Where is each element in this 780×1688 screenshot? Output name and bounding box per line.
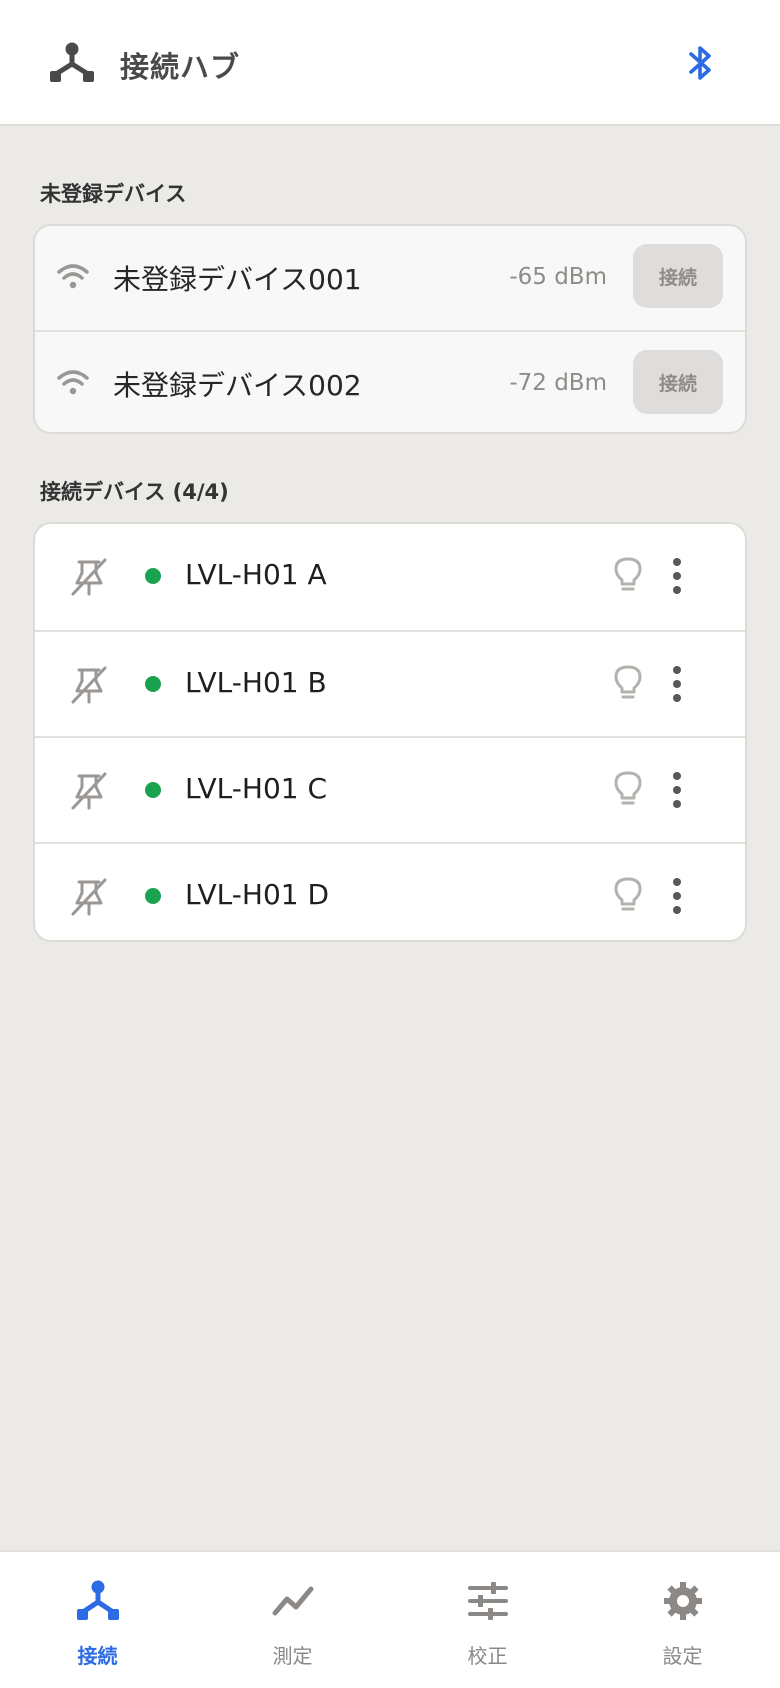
unregistered-section-label: 未登録デバイス bbox=[40, 182, 187, 206]
hub-icon bbox=[50, 42, 94, 82]
nav-label: 設定 bbox=[662, 1644, 703, 1668]
list-item[interactable]: LVL-H01 B bbox=[35, 630, 745, 736]
list-item[interactable]: LVL-H01 C bbox=[35, 736, 745, 842]
pin-off-icon[interactable] bbox=[71, 878, 107, 916]
bottom-navigation: 接続 測定 校正 設定 bbox=[0, 1550, 780, 1688]
list-item[interactable]: LVL-H01 D bbox=[35, 842, 745, 940]
status-dot bbox=[145, 782, 161, 798]
more-vert-icon[interactable] bbox=[665, 874, 689, 918]
device-name: LVL-H01 C bbox=[185, 772, 328, 805]
pin-off-icon[interactable] bbox=[71, 772, 107, 810]
device-name: LVL-H01 D bbox=[185, 878, 330, 911]
top-app-bar: 接続ハブ bbox=[0, 0, 780, 126]
gear-icon bbox=[664, 1582, 702, 1620]
bulb-icon[interactable] bbox=[613, 876, 643, 914]
list-item: 未登録デバイス001 -65 dBm 接続 bbox=[35, 226, 745, 330]
device-name: LVL-H01 A bbox=[185, 558, 327, 591]
page-title: 接続ハブ bbox=[120, 50, 241, 84]
bulb-icon[interactable] bbox=[613, 770, 643, 808]
list-item: 未登録デバイス002 -72 dBm 接続 bbox=[35, 330, 745, 432]
more-vert-icon[interactable] bbox=[665, 768, 689, 812]
pin-off-icon[interactable] bbox=[71, 666, 107, 704]
nav-label: 測定 bbox=[272, 1644, 313, 1668]
wifi-icon bbox=[57, 370, 89, 395]
status-dot bbox=[145, 568, 161, 584]
bluetooth-icon bbox=[689, 46, 711, 80]
connect-button[interactable]: 接続 bbox=[633, 244, 723, 308]
nav-label: 接続 bbox=[77, 1644, 118, 1668]
more-vert-icon[interactable] bbox=[665, 662, 689, 706]
hub-icon bbox=[77, 1580, 119, 1620]
nav-tab-connect[interactable]: 接続 bbox=[0, 1552, 195, 1688]
more-vert-icon[interactable] bbox=[665, 554, 689, 598]
signal-strength: -72 dBm bbox=[509, 370, 607, 396]
wifi-icon bbox=[57, 264, 89, 289]
device-name: 未登録デバイス001 bbox=[113, 263, 362, 296]
app-root: 接続ハブ 未登録デバイス 未登録デバイス001 -65 dBm 接続 未登録デバ… bbox=[0, 0, 780, 1688]
unregistered-device-list: 未登録デバイス001 -65 dBm 接続 未登録デバイス002 -72 dBm… bbox=[33, 224, 747, 434]
status-dot bbox=[145, 888, 161, 904]
pin-off-icon[interactable] bbox=[71, 558, 107, 596]
signal-strength: -65 dBm bbox=[509, 264, 607, 290]
device-name: LVL-H01 B bbox=[185, 666, 327, 699]
device-name: 未登録デバイス002 bbox=[113, 369, 362, 402]
connected-section-label: 接続デバイス (4/4) bbox=[40, 480, 229, 504]
connected-device-list: LVL-H01 A LVL-H01 B LVL-H01 C LVL-H01 D bbox=[33, 522, 747, 942]
nav-tab-measure[interactable]: 測定 bbox=[195, 1552, 390, 1688]
bluetooth-button[interactable] bbox=[680, 40, 722, 86]
sliders-icon bbox=[468, 1582, 508, 1620]
trend-icon bbox=[272, 1586, 314, 1616]
nav-tab-settings[interactable]: 設定 bbox=[585, 1552, 780, 1688]
nav-label: 校正 bbox=[467, 1644, 508, 1668]
nav-tab-calibrate[interactable]: 校正 bbox=[390, 1552, 585, 1688]
bulb-icon[interactable] bbox=[613, 664, 643, 702]
status-dot bbox=[145, 676, 161, 692]
list-item[interactable]: LVL-H01 A bbox=[35, 524, 745, 630]
bulb-icon[interactable] bbox=[613, 556, 643, 594]
connect-button[interactable]: 接続 bbox=[633, 350, 723, 414]
